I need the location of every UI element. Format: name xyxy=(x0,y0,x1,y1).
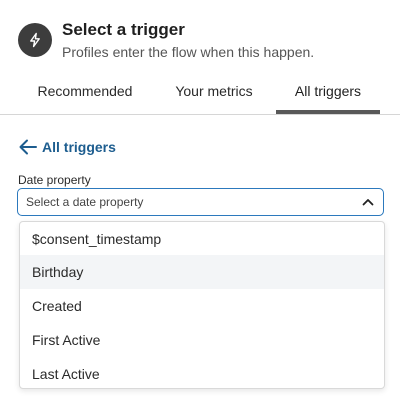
date-property-label: Date property xyxy=(18,173,91,187)
dropdown-option[interactable]: Birthday xyxy=(20,255,384,289)
date-property-select[interactable]: Select a date property xyxy=(17,188,384,216)
dropdown-option[interactable]: $consent_timestamp xyxy=(20,222,384,256)
back-link-label: All triggers xyxy=(42,139,116,155)
tab-all-triggers[interactable]: All triggers xyxy=(276,74,380,115)
back-to-all-triggers-link[interactable]: All triggers xyxy=(18,137,116,157)
page-subtitle: Profiles enter the flow when this happen… xyxy=(62,44,315,60)
trigger-tabs: Recommended Your metrics All triggers xyxy=(0,74,400,115)
dropdown-option[interactable]: First Active xyxy=(20,323,384,357)
tab-your-metrics[interactable]: Your metrics xyxy=(158,74,270,115)
arrow-left-icon xyxy=(18,138,38,156)
active-tab-indicator xyxy=(276,110,380,114)
select-placeholder: Select a date property xyxy=(26,195,144,209)
page-title: Select a trigger xyxy=(62,20,185,39)
dropdown-option[interactable]: Created xyxy=(20,289,384,323)
trigger-header: Select a trigger Profiles enter the flow… xyxy=(18,20,388,62)
date-property-dropdown: $consent_timestamp Birthday Created Firs… xyxy=(19,221,385,389)
dropdown-option[interactable]: Last Active xyxy=(20,357,384,388)
chevron-up-icon xyxy=(361,195,375,209)
lightning-icon xyxy=(18,23,52,57)
tab-recommended[interactable]: Recommended xyxy=(24,74,146,115)
